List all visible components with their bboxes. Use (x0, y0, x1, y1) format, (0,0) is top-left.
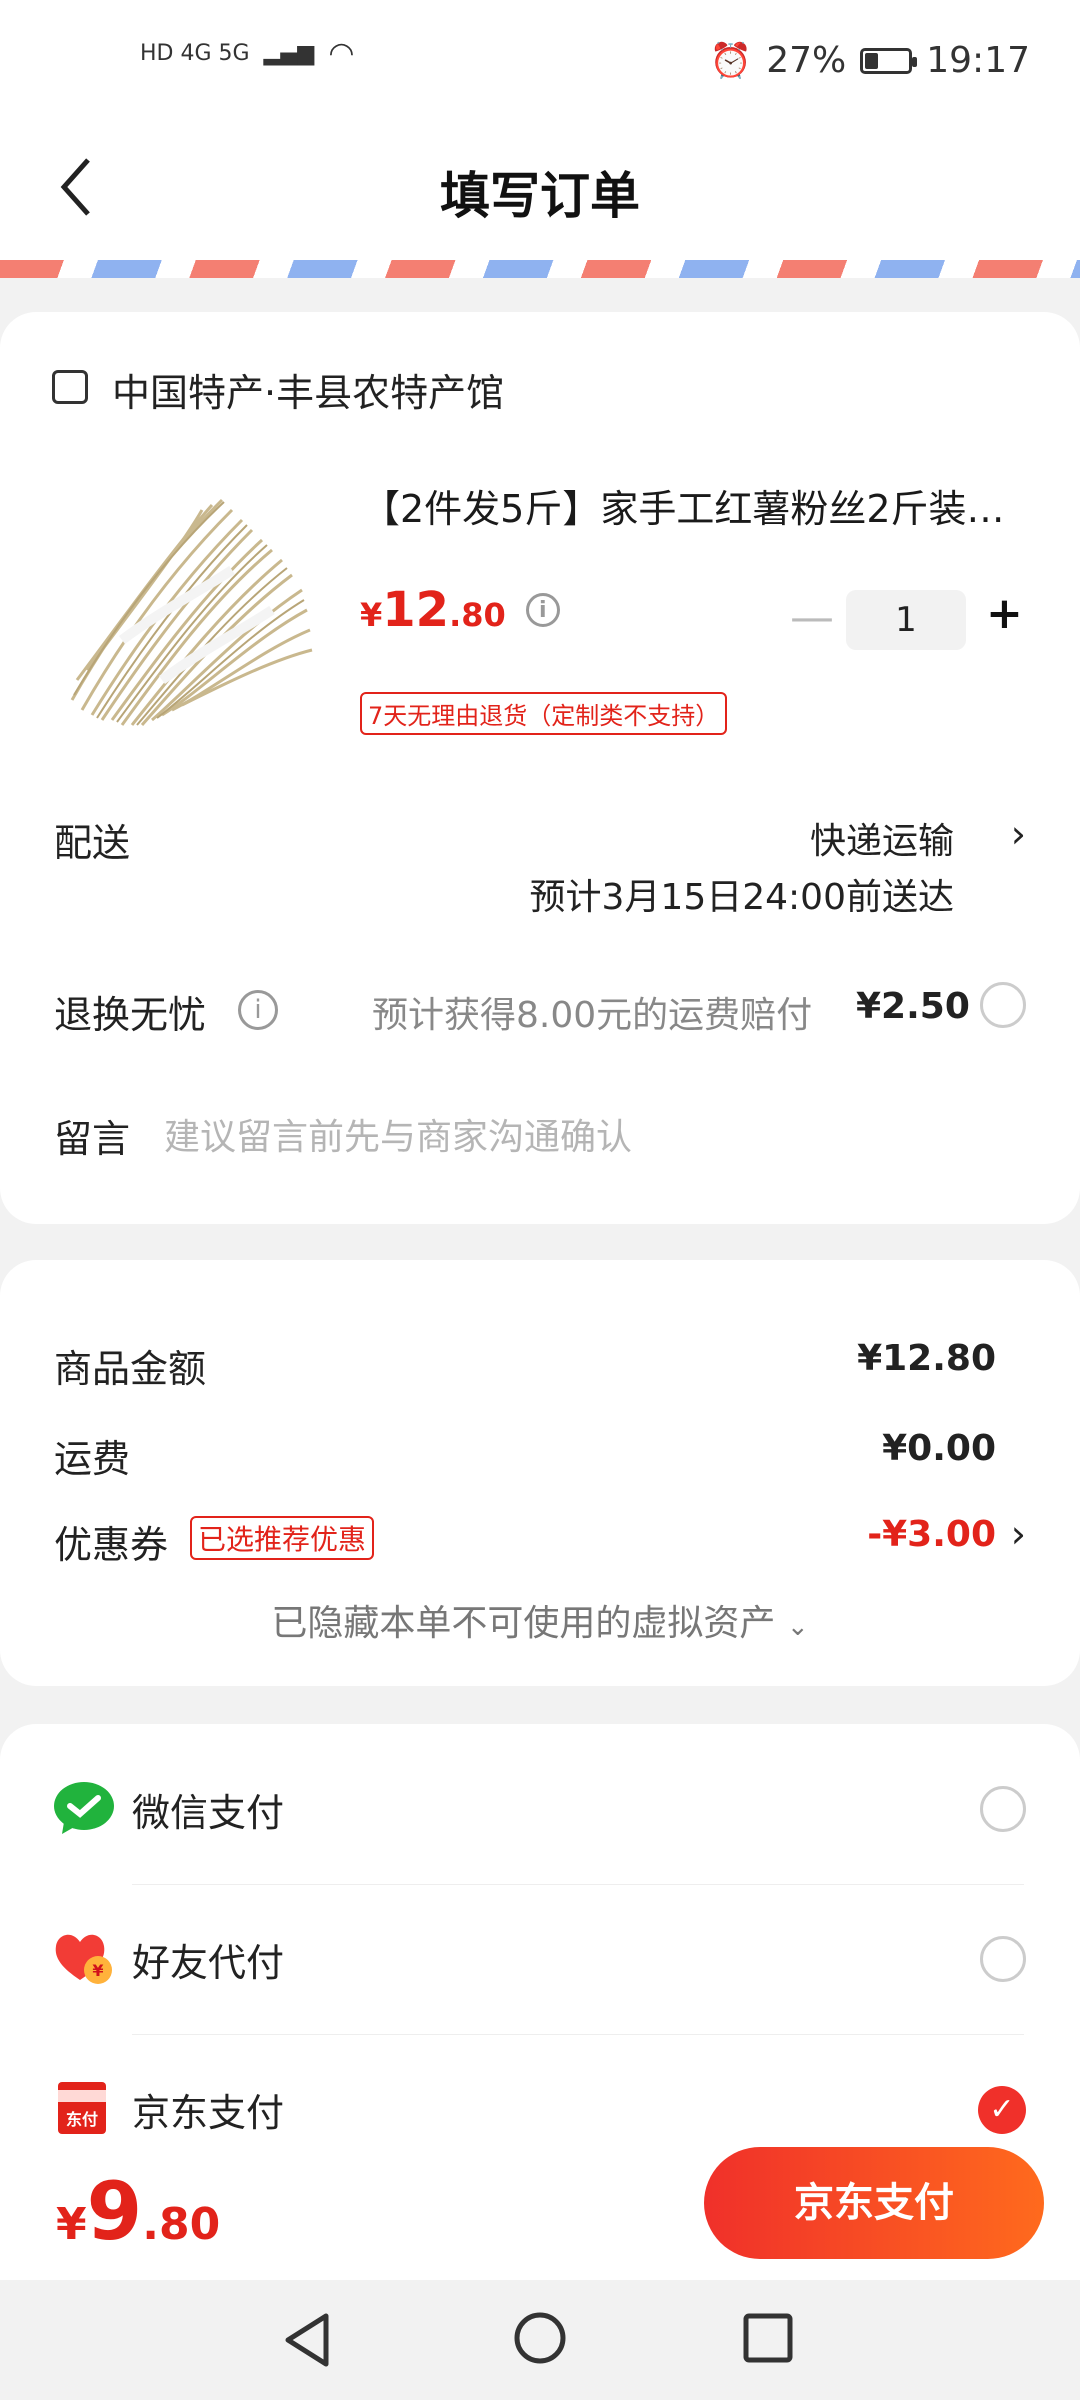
price-integer: 12 (382, 582, 450, 638)
delivery-method[interactable]: 快递运输 (810, 812, 954, 864)
worry-free-info-icon[interactable]: i (238, 990, 278, 1030)
pay-button[interactable]: 京东支付 (704, 2147, 1044, 2259)
divider (132, 2034, 1024, 2035)
price-info-icon[interactable]: i (525, 593, 560, 627)
alarm-icon: ⏰ (709, 40, 753, 81)
nav-recents-icon[interactable] (742, 2312, 794, 2364)
signal-text: HD 4G 5G (140, 41, 250, 66)
coupon-chevron-icon[interactable]: › (1011, 1512, 1026, 1556)
quantity-decrease-button[interactable]: — (790, 592, 834, 643)
store-icon (52, 370, 88, 404)
status-bar: HD 4G 5G ▂▄▆ ◠ ⏰ 27% 19:17 (0, 0, 1080, 130)
shipping-value: ¥0.00 (882, 1428, 996, 1469)
nav-back-icon[interactable] (280, 2310, 334, 2370)
payment-label: 微信支付 (132, 1791, 285, 1835)
system-nav-bar (0, 2280, 1080, 2400)
wifi-icon: ◠ (328, 36, 355, 71)
delivery-eta: 预计3月15日24:00前送达 (529, 877, 954, 918)
worry-free-desc: 预计获得8.00元的运费赔付 (372, 995, 813, 1036)
price-symbol: ¥ (360, 596, 383, 634)
friend-pay-icon: ¥ (55, 1934, 112, 1984)
worry-free-price: ¥2.50 (856, 986, 970, 1027)
delivery-chevron-icon[interactable]: › (1011, 812, 1026, 856)
payment-option-jd[interactable]: 东付 京东支付 ✓ (0, 2060, 1080, 2140)
order-card (0, 312, 1080, 1224)
signal-icon: ▂▄▆ (263, 41, 315, 66)
vermicelli-image (70, 498, 313, 726)
store-name[interactable]: 中国特产·丰县农特产馆 (112, 362, 504, 417)
jd-pay-icon-text: 东付 (65, 2110, 98, 2129)
hidden-assets-text: 已隐藏本单不可使用的虚拟资产 (271, 1603, 776, 1644)
airmail-border (0, 260, 1080, 278)
hidden-assets-toggle[interactable]: 已隐藏本单不可使用的虚拟资产 ⌄ (0, 1594, 1080, 1646)
status-right: ⏰ 27% 19:17 (710, 40, 1030, 81)
total-symbol: ¥ (56, 2199, 87, 2250)
svg-text:¥: ¥ (92, 1961, 103, 1980)
price-decimal: .80 (449, 596, 506, 634)
chevron-down-icon: ⌄ (786, 1612, 809, 1642)
delivery-label: 配送 (54, 821, 131, 865)
battery-icon (860, 47, 918, 74)
page-title: 填写订单 (440, 167, 640, 225)
quantity-input[interactable]: 1 (846, 590, 966, 650)
product-title[interactable]: 【2件发5斤】家手工红薯粉丝2斤装… (362, 478, 1022, 533)
quantity-increase-button[interactable]: + (986, 588, 1023, 639)
total-price: ¥ 9 .80 (56, 2165, 220, 2258)
shipping-label: 运费 (54, 1437, 131, 1481)
goods-amount-value: ¥12.80 (857, 1338, 996, 1379)
product-price: ¥ 12 .80 i (360, 582, 560, 638)
payment-radio-friend[interactable] (980, 1936, 1026, 1982)
payment-label: 京东支付 (132, 2091, 285, 2135)
payment-radio-jd-checked[interactable]: ✓ (978, 2086, 1026, 2134)
clock: 19:17 (926, 40, 1030, 81)
battery-fill (865, 52, 878, 69)
coupon-label: 优惠券 (54, 1523, 169, 1567)
payment-label: 好友代付 (132, 1941, 285, 1985)
nav-home-icon[interactable] (512, 2310, 568, 2366)
coupon-value[interactable]: -¥3.00 (867, 1514, 996, 1555)
total-integer: 9 (86, 2165, 143, 2258)
product-image[interactable] (52, 480, 322, 730)
header-bottom (0, 240, 1080, 260)
payment-option-friend[interactable]: ¥ 好友代付 (0, 1910, 1080, 2010)
network-indicators: HD 4G 5G ▂▄▆ ◠ (140, 36, 355, 71)
message-label: 留言 (54, 1117, 131, 1161)
wechat-pay-icon (54, 1782, 114, 1834)
return-policy-badge: 7天无理由退货（定制类不支持） (360, 692, 728, 735)
goods-amount-label: 商品金额 (54, 1347, 207, 1391)
payment-radio-wechat[interactable] (980, 1786, 1026, 1832)
jd-pay-icon: 东付 (58, 2082, 106, 2134)
coupon-tag: 已选推荐优惠 (190, 1516, 375, 1560)
total-decimal: .80 (142, 2199, 221, 2250)
payment-option-wechat[interactable]: 微信支付 (0, 1760, 1080, 1860)
message-input[interactable]: 建议留言前先与商家沟通确认 (164, 1108, 1024, 1160)
battery-percent: 27% (766, 40, 847, 81)
checkout-bar: ¥ 9 .80 京东支付 (0, 2135, 1080, 2280)
worry-free-label: 退换无忧 (54, 993, 207, 1037)
divider (132, 1884, 1024, 1885)
worry-free-radio[interactable] (980, 982, 1026, 1028)
